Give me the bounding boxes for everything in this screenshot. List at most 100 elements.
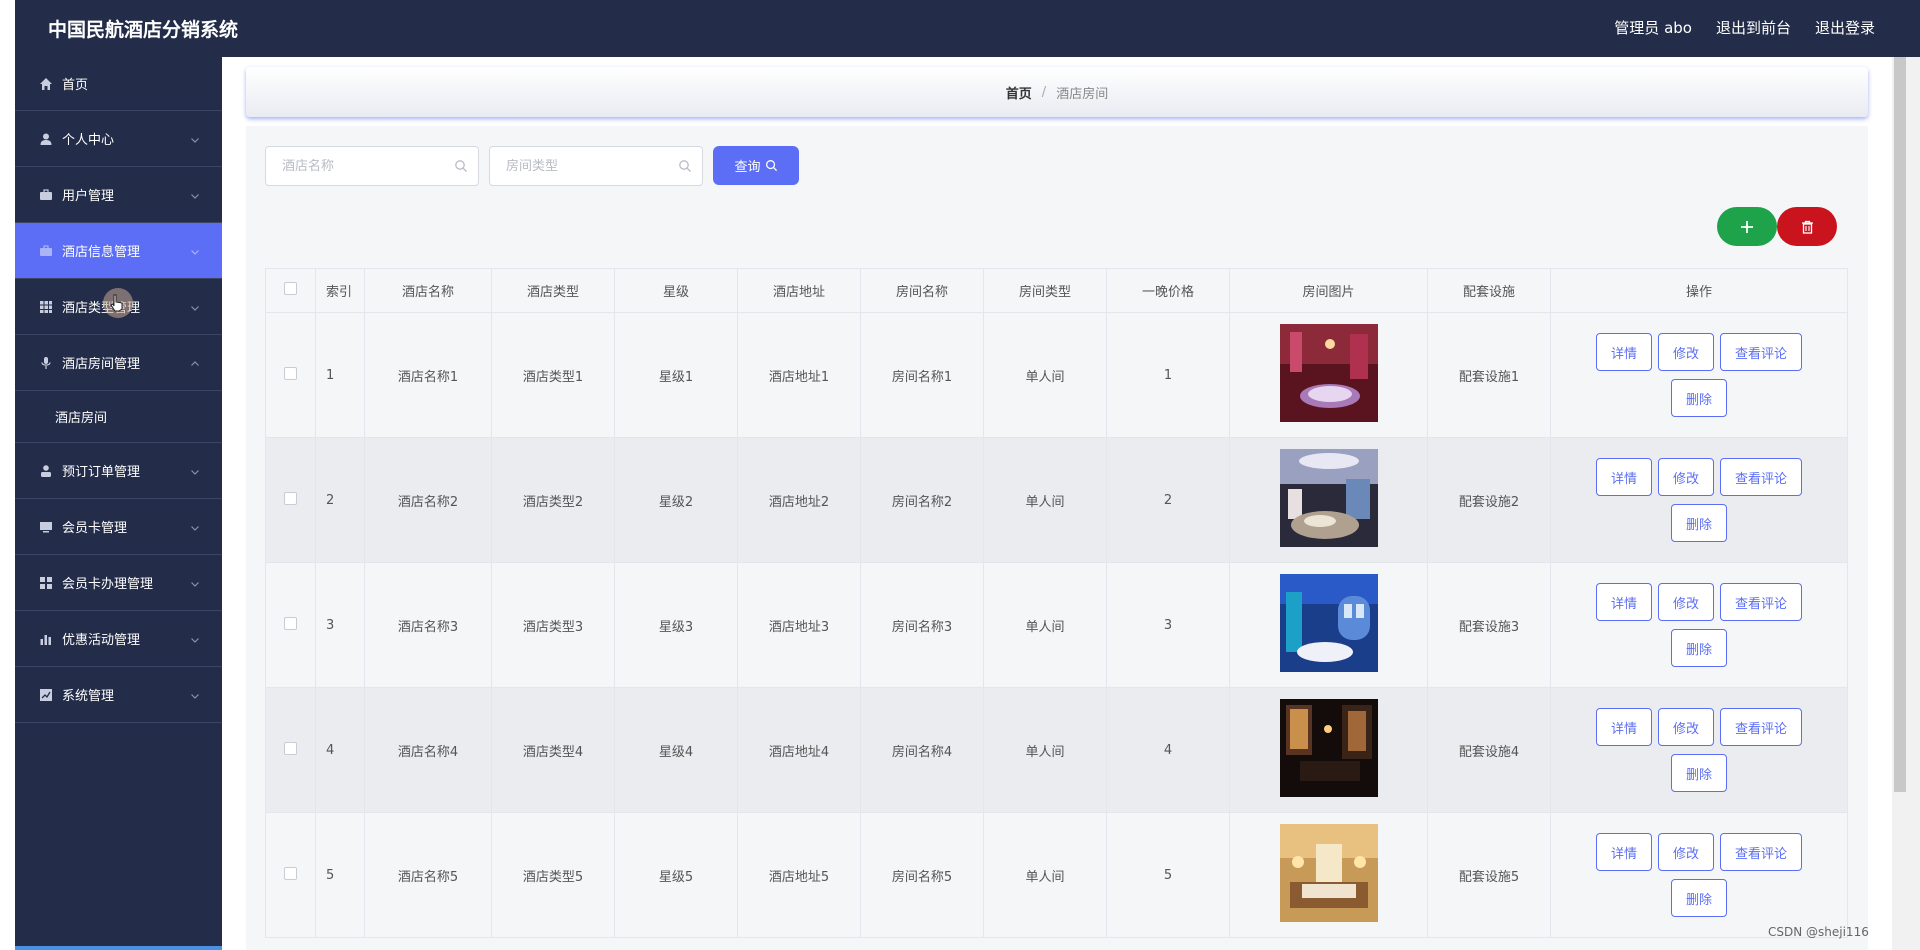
batch-delete-button[interactable]: [1777, 207, 1837, 246]
sidebar-item-users[interactable]: 用户管理: [15, 167, 222, 223]
hand-cursor-icon: [110, 294, 123, 312]
price-cell: 1: [1106, 312, 1230, 438]
edit-button[interactable]: 修改: [1657, 708, 1714, 746]
sidebar-item-profile[interactable]: 个人中心: [15, 111, 222, 167]
sidebar-item-label: 用户管理: [62, 189, 115, 204]
sidebar-item-label: 预订订单管理: [62, 465, 141, 480]
sidebar-item-hotel-room[interactable]: 酒店房间管理: [15, 335, 222, 391]
room-photo[interactable]: [1279, 449, 1378, 547]
column-header: 一晚价格: [1106, 268, 1230, 313]
room-type-cell: 单人间: [983, 312, 1107, 438]
chevron-down-icon: [190, 246, 200, 256]
view-reviews-button[interactable]: 查看评论: [1720, 458, 1803, 496]
select-all-cell[interactable]: [265, 268, 316, 313]
room-photo[interactable]: [1279, 699, 1378, 797]
trash-icon: [1801, 220, 1813, 234]
chevron-down-icon: [190, 190, 200, 200]
grid-icon: [39, 300, 53, 314]
room-photo[interactable]: [1279, 824, 1378, 922]
row-checkbox[interactable]: [284, 491, 297, 505]
delete-button[interactable]: 删除: [1670, 879, 1727, 917]
detail-button[interactable]: 详情: [1595, 333, 1652, 371]
address-cell: 酒店地址2: [737, 437, 861, 563]
admin-user-link[interactable]: 管理员 abo: [1614, 17, 1692, 38]
room-photo[interactable]: [1279, 574, 1378, 672]
row-checkbox[interactable]: [284, 741, 297, 755]
address-cell: 酒店地址1: [737, 312, 861, 438]
hotel-name-input[interactable]: [282, 158, 432, 174]
search-icon: [765, 160, 777, 172]
apps-icon: [39, 576, 53, 590]
hotel-name-search-field[interactable]: [265, 146, 479, 186]
breadcrumb-home[interactable]: 首页: [1006, 83, 1032, 102]
edit-button[interactable]: 修改: [1657, 458, 1714, 496]
top-bar: 中国民航酒店分销系统 管理员 abo 退出到前台 退出登录: [15, 0, 1920, 57]
hotel-type-cell: 酒店类型1: [491, 312, 615, 438]
detail-button[interactable]: 详情: [1595, 708, 1652, 746]
sidebar-item-member-card[interactable]: 会员卡管理: [15, 499, 222, 555]
chevron-down-icon: [190, 134, 200, 144]
row-checkbox[interactable]: [284, 366, 297, 380]
room-type-search-field[interactable]: [489, 146, 703, 186]
sidebar-item-label: 个人中心: [62, 133, 115, 148]
page-scrollbar-thumb[interactable]: [1894, 57, 1906, 792]
column-header: 房间图片: [1229, 268, 1428, 313]
sidebar-subitem-hotel-room[interactable]: 酒店房间: [15, 391, 222, 443]
room-photo[interactable]: [1279, 324, 1378, 422]
detail-button[interactable]: 详情: [1595, 583, 1652, 621]
view-reviews-button[interactable]: 查看评论: [1720, 333, 1803, 371]
room-type-cell: 单人间: [983, 437, 1107, 563]
room-image-cell: [1229, 687, 1428, 813]
delete-button[interactable]: 删除: [1670, 629, 1727, 667]
delete-button[interactable]: 删除: [1670, 754, 1727, 792]
room-type-cell: 单人间: [983, 687, 1107, 813]
room-type-input[interactable]: [506, 158, 656, 174]
index-cell: 3: [315, 562, 365, 688]
view-reviews-button[interactable]: 查看评论: [1720, 583, 1803, 621]
sidebar-item-label: 优惠活动管理: [62, 633, 141, 648]
column-header: 星级: [614, 268, 738, 313]
price-cell: 3: [1106, 562, 1230, 688]
index-cell: 5: [315, 812, 365, 938]
sidebar-item-member-card-apply[interactable]: 会员卡办理管理: [15, 555, 222, 611]
detail-button[interactable]: 详情: [1595, 833, 1652, 871]
logout-link[interactable]: 退出登录: [1815, 17, 1875, 38]
chevron-up-icon: [190, 358, 200, 368]
sidebar-item-label: 酒店房间管理: [62, 357, 141, 372]
row-checkbox[interactable]: [284, 866, 297, 880]
view-reviews-button[interactable]: 查看评论: [1720, 833, 1803, 871]
back-to-frontend-link[interactable]: 退出到前台: [1716, 17, 1791, 38]
sidebar-item-system[interactable]: 系统管理: [15, 667, 222, 723]
edit-button[interactable]: 修改: [1657, 833, 1714, 871]
left-edge: [0, 0, 15, 950]
row-checkbox[interactable]: [284, 616, 297, 630]
edit-button[interactable]: 修改: [1657, 333, 1714, 371]
room-name-cell: 房间名称4: [860, 687, 984, 813]
room-name-cell: 房间名称1: [860, 312, 984, 438]
sidebar-item-home[interactable]: 首页: [15, 57, 222, 111]
sidebar-item-orders[interactable]: 预订订单管理: [15, 443, 222, 499]
chevron-down-icon: [190, 634, 200, 644]
room-type-cell: 单人间: [983, 812, 1107, 938]
sidebar-item-promotions[interactable]: 优惠活动管理: [15, 611, 222, 667]
hotel-type-cell: 酒店类型5: [491, 812, 615, 938]
add-button[interactable]: [1717, 207, 1777, 246]
chevron-down-icon: [190, 302, 200, 312]
facility-cell: 配套设施5: [1427, 812, 1551, 938]
room-name-cell: 房间名称2: [860, 437, 984, 563]
room-name-cell: 房间名称3: [860, 562, 984, 688]
view-reviews-button[interactable]: 查看评论: [1720, 708, 1803, 746]
star-cell: 星级3: [614, 562, 738, 688]
query-button[interactable]: 查询: [713, 146, 799, 185]
detail-button[interactable]: 详情: [1595, 458, 1652, 496]
actions-cell: 详情 修改 查看评论 删除: [1550, 812, 1848, 938]
hotel-name-cell: 酒店名称3: [364, 562, 492, 688]
price-cell: 2: [1106, 437, 1230, 563]
delete-button[interactable]: 删除: [1670, 504, 1727, 542]
delete-button[interactable]: 删除: [1670, 379, 1727, 417]
sidebar: 首页 个人中心 用户管理 酒店信息管理 酒店类型管理 酒店房间管理 酒店房间 预…: [15, 57, 222, 950]
select-all-checkbox[interactable]: [284, 282, 297, 295]
suitcase-icon: [39, 244, 53, 258]
edit-button[interactable]: 修改: [1657, 583, 1714, 621]
sidebar-item-hotel-info[interactable]: 酒店信息管理: [15, 223, 222, 279]
